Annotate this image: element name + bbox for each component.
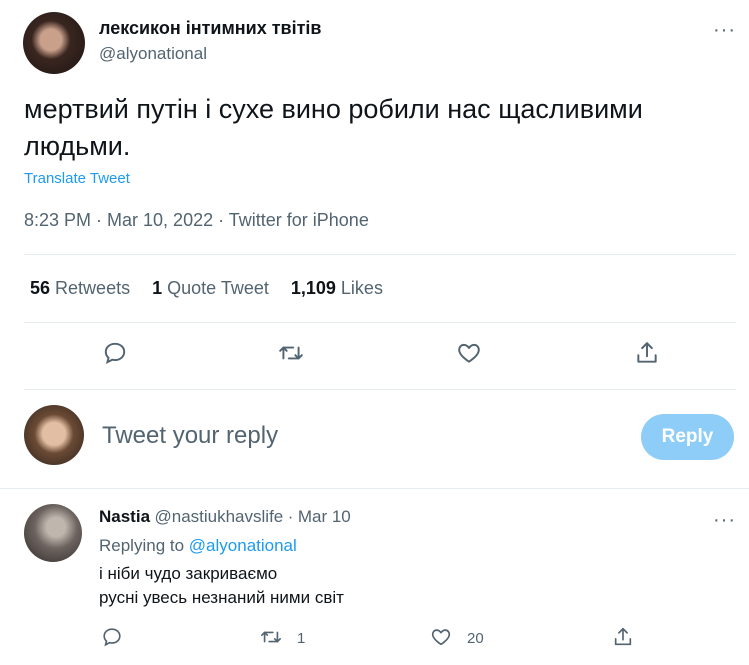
share-icon[interactable] — [634, 340, 660, 366]
divider — [24, 322, 736, 323]
reply-text-line-1: і ніби чудо закриваємо — [99, 564, 278, 583]
tweet-text: мертвий путін і сухе вино робили нас щас… — [24, 94, 643, 161]
author-display-name[interactable]: лексикон інтимних твітів — [99, 18, 321, 39]
more-options-icon[interactable]: ··· — [713, 20, 736, 40]
author-avatar[interactable] — [23, 12, 85, 74]
divider — [0, 488, 749, 489]
translate-tweet-link[interactable]: Translate Tweet — [24, 170, 130, 187]
retweets-stat[interactable]: 56 Retweets — [30, 278, 130, 299]
retweet-icon[interactable] — [278, 340, 304, 366]
likes-stat[interactable]: 1,109 Likes — [291, 278, 383, 299]
reply-author-handle[interactable]: @nastiukhavslife — [154, 507, 283, 526]
quote-tweets-stat[interactable]: 1 Quote Tweet — [152, 278, 269, 299]
reply-like-count: 20 — [467, 630, 484, 647]
reply-author-name[interactable]: Nastia — [99, 507, 150, 526]
reply-author-avatar[interactable] — [24, 504, 82, 562]
reply-more-options-icon[interactable]: ··· — [713, 510, 736, 530]
reply-reply-icon[interactable] — [101, 626, 123, 648]
reply-icon[interactable] — [102, 340, 128, 366]
author-handle[interactable]: @alyonational — [99, 44, 207, 64]
reply-input[interactable]: Tweet your reply — [102, 422, 278, 450]
reply-header: Nastia @nastiukhavslife · Mar 10 — [99, 507, 351, 527]
reply-retweet-icon[interactable] — [260, 626, 282, 648]
reply-like-icon[interactable] — [430, 626, 452, 648]
tweet-stats: 56 Retweets 1 Quote Tweet 1,109 Likes — [30, 278, 383, 299]
replying-to-handle[interactable]: @alyonational — [189, 536, 297, 555]
divider — [24, 254, 736, 255]
reply-text-line-2: русні увесь незнаний ними світ — [99, 588, 344, 607]
replying-to: Replying to @alyonational — [99, 536, 297, 555]
reply-button[interactable]: Reply — [641, 414, 734, 460]
current-user-avatar[interactable] — [24, 405, 84, 465]
reply-share-icon[interactable] — [612, 626, 634, 648]
tweet-meta: 8:23 PM · Mar 10, 2022 · Twitter for iPh… — [24, 210, 369, 230]
divider — [24, 389, 736, 390]
like-icon[interactable] — [456, 340, 482, 366]
separator: · — [287, 507, 294, 526]
reply-date[interactable]: Mar 10 — [298, 507, 351, 526]
reply-retweet-count: 1 — [297, 630, 306, 647]
